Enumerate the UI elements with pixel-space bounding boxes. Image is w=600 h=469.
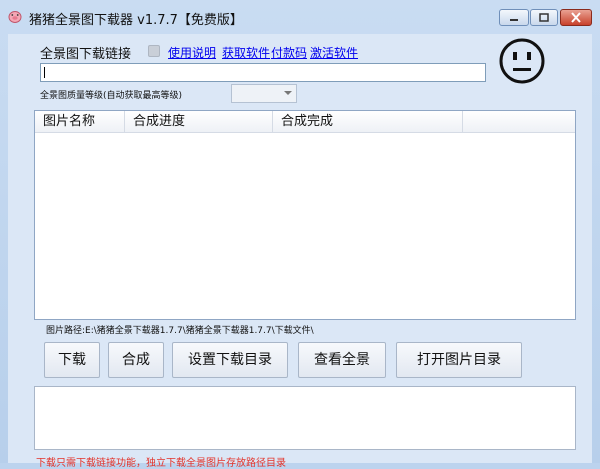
quality-select[interactable] <box>231 84 297 103</box>
column-header-complete[interactable]: 合成完成 <box>273 111 463 132</box>
url-input[interactable] <box>40 63 486 82</box>
path-label: 图片路径:E:\猪猪全景下载器1.7.7\猪猪全景下载器1.7.7\下载文件\ <box>46 326 314 336</box>
maximize-button[interactable] <box>530 9 558 26</box>
maximize-icon <box>539 13 549 22</box>
download-button[interactable]: 下载 <box>44 342 100 378</box>
view-panorama-button[interactable]: 查看全景 <box>298 342 386 378</box>
column-header-extra[interactable] <box>463 111 575 132</box>
column-header-name[interactable]: 图片名称 <box>35 111 125 132</box>
link-activate[interactable]: 激活软件 <box>310 44 358 61</box>
title-bar[interactable]: 猪猪全景图下载器 v1.7.7【免费版】 <box>0 0 600 34</box>
pig-icon <box>8 11 22 23</box>
url-checkbox[interactable] <box>148 45 160 57</box>
quality-label: 全景图质量等级(自动获取最高等级) <box>40 91 183 101</box>
url-label: 全景图下载链接 <box>40 47 132 62</box>
chevron-down-icon <box>284 91 292 95</box>
minimize-button[interactable] <box>499 9 529 26</box>
window-title: 猪猪全景图下载器 v1.7.7【免费版】 <box>29 13 243 28</box>
link-usage[interactable]: 使用说明 <box>168 44 216 61</box>
link-payment-code[interactable]: 付款码 <box>271 44 307 61</box>
link-get-software[interactable]: 获取软件 <box>222 44 270 61</box>
compose-button[interactable]: 合成 <box>108 342 164 378</box>
close-icon <box>571 12 581 23</box>
notice-text: 下载只需下载链接功能，独立下载全景图片存放路径目录 <box>36 458 286 469</box>
column-header-progress[interactable]: 合成进度 <box>125 111 273 132</box>
log-output[interactable] <box>34 386 576 450</box>
list-header: 图片名称 合成进度 合成完成 <box>35 111 575 133</box>
close-button[interactable] <box>560 9 592 26</box>
app-window: 猪猪全景图下载器 v1.7.7【免费版】 全景图下载链接 使用说明 获取软件 付… <box>0 0 600 469</box>
open-image-dir-button[interactable]: 打开图片目录 <box>396 342 522 378</box>
set-download-dir-button[interactable]: 设置下载目录 <box>172 342 288 378</box>
smiley-icon <box>499 38 545 84</box>
text-caret <box>44 67 45 78</box>
minimize-icon <box>510 19 518 21</box>
file-list[interactable]: 图片名称 合成进度 合成完成 <box>34 110 576 320</box>
